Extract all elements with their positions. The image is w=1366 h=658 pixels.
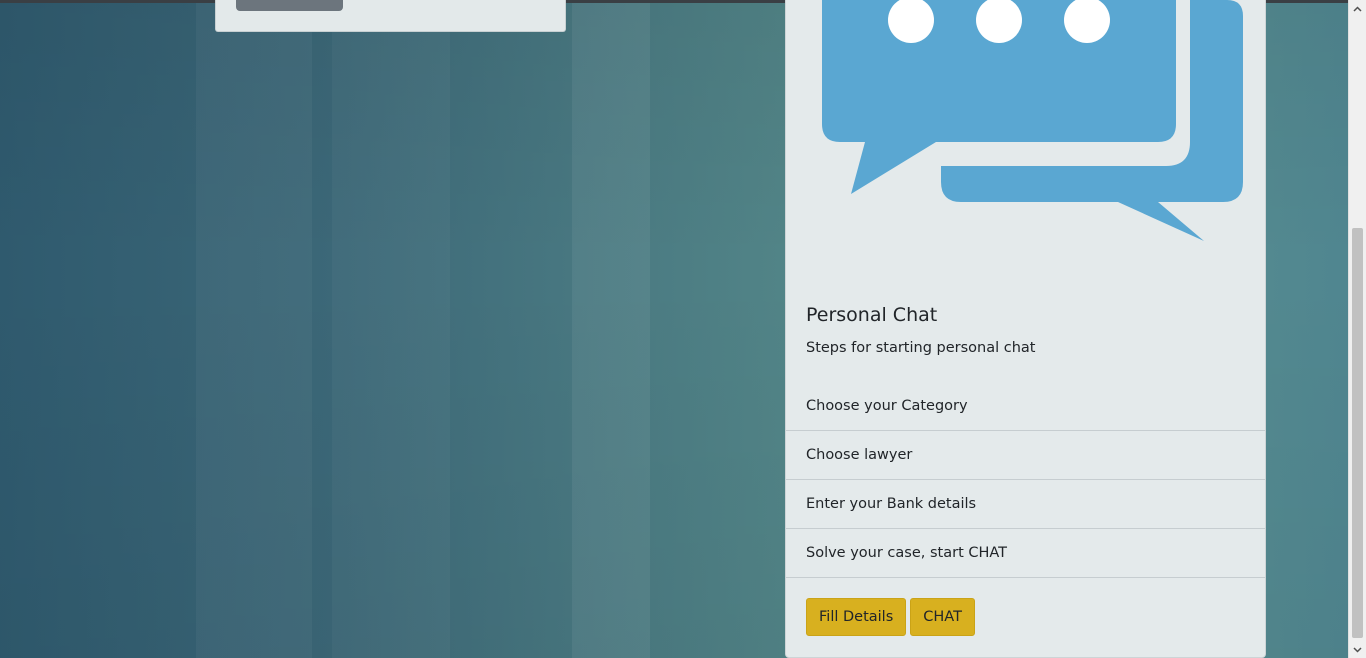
chat-button[interactable]: CHAT	[910, 598, 975, 636]
chevron-up-icon[interactable]	[1349, 0, 1366, 17]
card-body: Personal Chat Steps for starting persona…	[806, 300, 1246, 358]
vertical-scrollbar[interactable]	[1348, 0, 1366, 658]
fill-details-button[interactable]: Fill Details	[806, 598, 907, 636]
steps-list: Choose your Category Choose lawyer Enter…	[786, 382, 1265, 578]
personal-chat-card: Personal Chat Steps for starting persona…	[785, 0, 1266, 658]
page-background: Personal Chat Steps for starting persona…	[0, 0, 1366, 658]
scrollbar-thumb[interactable]	[1352, 228, 1363, 638]
card-title: Personal Chat	[806, 304, 938, 326]
list-item: Choose lawyer	[786, 431, 1265, 480]
list-item: Choose your Category	[786, 382, 1265, 431]
left-card	[215, 0, 566, 32]
card-subtitle: Steps for starting personal chat	[806, 340, 1036, 356]
list-item: Enter your Bank details	[786, 480, 1265, 529]
list-item: Solve your case, start CHAT	[786, 529, 1265, 578]
chevron-down-icon[interactable]	[1349, 641, 1366, 658]
left-card-button[interactable]	[236, 0, 343, 11]
button-row: Fill Details CHAT	[806, 598, 975, 636]
chat-bubbles-icon	[812, 0, 1243, 241]
